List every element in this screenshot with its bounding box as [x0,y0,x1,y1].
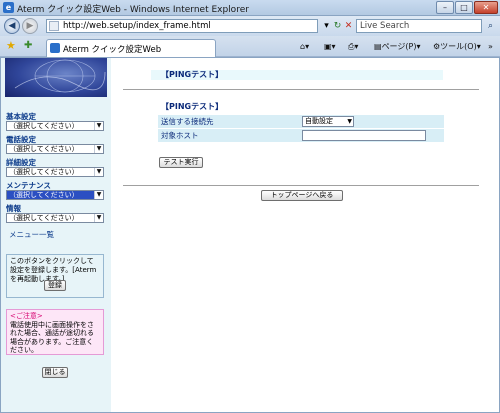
menu-group-maintenance: メンテナンス （選択してください） ▼ [6,181,106,200]
print-icon[interactable]: ⎙▾ [348,41,358,52]
destination-select[interactable]: 自動設定 ▼ [302,116,354,127]
window-titlebar: e Aterm クイック設定Web - Windows Internet Exp… [0,0,500,16]
tab-aterm[interactable]: Aterm クイック設定Web [46,39,216,57]
search-input[interactable]: Live Search [356,19,482,33]
tab-page-icon [50,43,60,53]
back-to-top-button[interactable]: トップページへ戻る [261,190,343,201]
advanced-settings-select[interactable]: （選択してください） ▼ [6,167,104,177]
phone-settings-value: （選択してください） [9,145,79,153]
add-favorites-icon[interactable]: ✚ [24,40,32,52]
page-title: 【PINGテスト】 [161,70,224,79]
advanced-settings-value: （選択してください） [9,168,79,176]
close-window-button[interactable]: ✕ [474,1,498,14]
chevron-down-icon: ▼ [94,122,103,130]
chevron-down-icon: ▾ [416,42,421,51]
target-host-label: 対象ホスト [161,131,199,140]
url-text: http://web.setup/index_frame.html [63,21,211,31]
home-icon[interactable]: ⌂▾ [300,41,309,52]
info-value: （選択してください） [9,214,79,222]
register-button[interactable]: 登録 [44,280,66,291]
page-menu-icon: ▤ [374,42,382,51]
page-icon [49,21,59,31]
field-row-destination: 送信する接続先 自動設定 ▼ [158,115,444,128]
caution-text: 電話使用中に画面操作をされた場合、通話が途切れる場合があります。ご注意ください。 [10,320,94,355]
menu-group-info: 情報 （選択してください） ▼ [6,204,106,223]
phone-settings-select[interactable]: （選択してください） ▼ [6,144,104,154]
menu-group-basic: 基本設定 （選択してください） ▼ [6,112,106,131]
field-row-target-host: 対象ホスト [158,129,444,142]
menu-label-phone: 電話設定 [6,135,36,144]
target-host-input[interactable] [302,130,426,141]
ie-icon: e [3,2,14,13]
tools-menu-label: ツール(O) [440,42,477,51]
close-button[interactable]: 閉じる [42,367,68,378]
chevron-down-icon: ▼ [94,168,103,176]
caution-title: <ご注意> [10,312,43,320]
chevron-down-icon: ▼ [94,145,103,153]
chevron-down-icon: ▼ [94,214,103,222]
aterm-banner-image [5,58,107,97]
section-title: 【PINGテスト】 [161,102,224,111]
divider-top [123,89,479,90]
maximize-button[interactable]: □ [455,1,473,14]
destination-value: 自動設定 [305,117,333,125]
sidebar: 基本設定 （選択してください） ▼ 電話設定 （選択してください） ▼ 詳細設定… [1,58,111,412]
favorites-star-icon[interactable]: ★ [6,40,16,52]
menu-list-link[interactable]: メニュー一覧 [9,229,54,240]
page-menu-label: ページ(P) [381,42,417,51]
run-test-button[interactable]: テスト実行 [159,157,203,168]
tab-bar: ★ ✚ Aterm クイック設定Web ⌂▾ ▣▾ ⎙▾ ▤ページ(P)▾ ⚙ツ… [0,36,500,57]
forward-arrow-icon[interactable]: ▶ [22,18,38,34]
menu-label-info: 情報 [6,204,21,213]
search-placeholder: Live Search [360,21,410,31]
caution-box: <ご注意> 電話使用中に画面操作をされた場合、通話が途切れる場合があります。ご注… [6,309,104,355]
info-select[interactable]: （選択してください） ▼ [6,213,104,223]
maintenance-value: （選択してください） [9,191,79,199]
menu-label-maintenance: メンテナンス [6,181,51,190]
menu-group-phone: 電話設定 （選択してください） ▼ [6,135,106,154]
basic-settings-value: （選択してください） [9,122,79,130]
menu-label-basic: 基本設定 [6,112,36,121]
address-bar: ◀ ▶ http://web.setup/index_frame.html ▾ … [0,16,500,36]
url-field[interactable]: http://web.setup/index_frame.html [46,19,318,33]
menu-label-advanced: 詳細設定 [6,158,36,167]
feeds-icon[interactable]: ▣▾ [324,41,336,52]
chevron-down-icon: ▼ [94,191,103,199]
stop-icon[interactable]: ✕ [342,20,355,32]
back-arrow-icon[interactable]: ◀ [4,18,20,34]
window-title: Aterm クイック設定Web - Windows Internet Explo… [17,5,249,15]
minimize-button[interactable]: – [436,1,454,14]
search-icon[interactable]: ⌕ [484,20,497,32]
toolbar-overflow-icon[interactable]: » [488,41,493,52]
menu-group-advanced: 詳細設定 （選択してください） ▼ [6,158,106,177]
chevron-down-icon: ▾ [476,42,481,51]
tools-menu[interactable]: ⚙ツール(O)▾ [433,41,481,52]
chevron-down-icon: ▼ [347,118,352,125]
page-content: 基本設定 （選択してください） ▼ 電話設定 （選択してください） ▼ 詳細設定… [0,57,500,413]
maintenance-select[interactable]: （選択してください） ▼ [6,190,104,200]
register-info-box: このボタンをクリックして設定を登録します。[Atermを再起動します。] [6,254,104,298]
divider-bottom [123,185,479,186]
basic-settings-select[interactable]: （選択してください） ▼ [6,121,104,131]
destination-label: 送信する接続先 [161,117,214,126]
page-menu[interactable]: ▤ページ(P)▾ [374,41,420,52]
tab-label: Aterm クイック設定Web [63,45,162,55]
